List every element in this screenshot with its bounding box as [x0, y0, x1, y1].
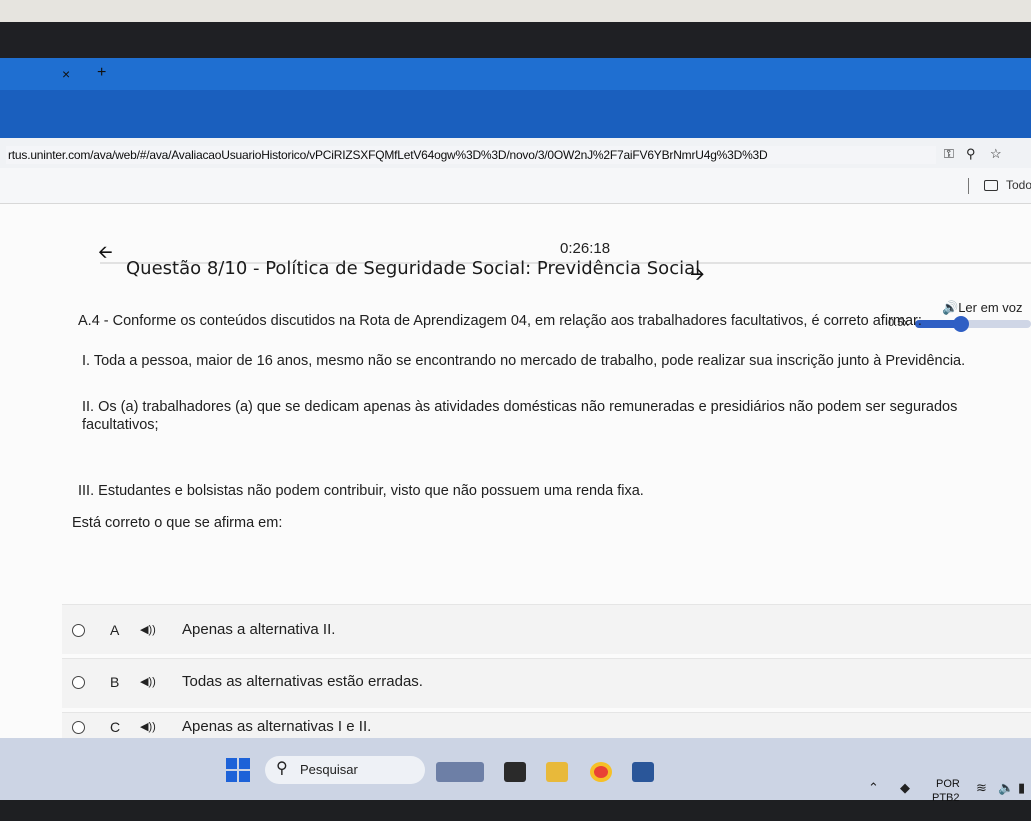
next-question-arrow-icon[interactable]: 🡪 [690, 262, 705, 292]
option-b-letter: B [110, 674, 120, 690]
question-intro: A.4 - Conforme os conteúdos discutidos n… [78, 313, 922, 329]
folder-icon[interactable] [984, 180, 998, 191]
chrome-icon[interactable] [590, 762, 612, 782]
option-a[interactable]: A ◀)) Apenas a alternativa II. [62, 604, 1031, 654]
volume-icon[interactable]: 🔈 [998, 780, 1014, 796]
battery-icon[interactable]: ▮ [1018, 780, 1025, 796]
wifi-icon[interactable]: ≋ [976, 780, 987, 796]
question-prompt: Está correto o que se afirma em: [72, 515, 283, 531]
previous-question-arrow-icon[interactable]: 🡨 [98, 240, 113, 270]
chevron-up-icon[interactable]: ⌃ [868, 780, 879, 796]
option-c[interactable]: C ◀)) Apenas as alternativas I e II. [62, 712, 1031, 738]
option-a-radio[interactable] [72, 624, 85, 637]
option-a-text: Apenas a alternativa II. [182, 621, 336, 638]
widgets-icon[interactable] [436, 762, 484, 782]
tab-strip [0, 58, 1031, 90]
file-explorer-icon[interactable] [546, 762, 568, 782]
tab-close-button[interactable]: × [62, 66, 70, 82]
bookmark-folder-label[interactable]: Todo [1006, 178, 1031, 192]
new-tab-button[interactable]: + [97, 64, 106, 82]
speaker-icon[interactable]: ◀)) [140, 623, 156, 636]
monitor-bottom-bezel [0, 800, 1031, 821]
statement-i: I. Toda a pessoa, maior de 16 anos, mesm… [82, 353, 966, 369]
option-b-text: Todas as alternativas estão erradas. [182, 673, 423, 690]
statement-iii: III. Estudantes e bolsistas não podem co… [78, 483, 644, 499]
star-icon[interactable]: ☆ [990, 146, 1002, 162]
word-icon[interactable] [632, 762, 654, 782]
option-b-radio[interactable] [72, 676, 85, 689]
bookmarks-separator [968, 178, 969, 194]
bookmarks-bar [0, 168, 1031, 204]
option-c-letter: C [110, 719, 121, 735]
search-icon: ⚲ [276, 760, 288, 777]
option-a-letter: A [110, 622, 120, 638]
zoom-icon[interactable]: ⚲ [966, 146, 976, 162]
option-c-radio[interactable] [72, 721, 85, 734]
app-tray-icon[interactable]: ◆ [900, 780, 910, 796]
speaker-icon[interactable]: ◀)) [140, 675, 156, 688]
option-b[interactable]: B ◀)) Todas as alternativas estão errada… [62, 658, 1031, 708]
page-title: Questão 8/10 - Política de Seguridade So… [126, 258, 701, 279]
language-indicator[interactable]: POR [936, 778, 960, 790]
windows-start-icon[interactable] [226, 758, 250, 782]
key-icon[interactable]: ⚿ [944, 146, 954, 162]
url-text[interactable]: rtus.uninter.com/ava/web/#/ava/Avaliacao… [6, 146, 936, 164]
taskbar-search-placeholder: Pesquisar [300, 762, 358, 777]
statement-ii: II. Os (a) trabalhadores (a) que se dedi… [82, 399, 958, 433]
option-c-text: Apenas as alternativas I e II. [182, 718, 372, 735]
task-view-icon[interactable] [504, 762, 526, 782]
timer: 0:26:18 [560, 240, 611, 257]
speaker-icon[interactable]: ◀)) [140, 720, 156, 733]
keyboard-layout[interactable]: PTB2 [932, 792, 960, 804]
wall-background [0, 0, 1031, 22]
